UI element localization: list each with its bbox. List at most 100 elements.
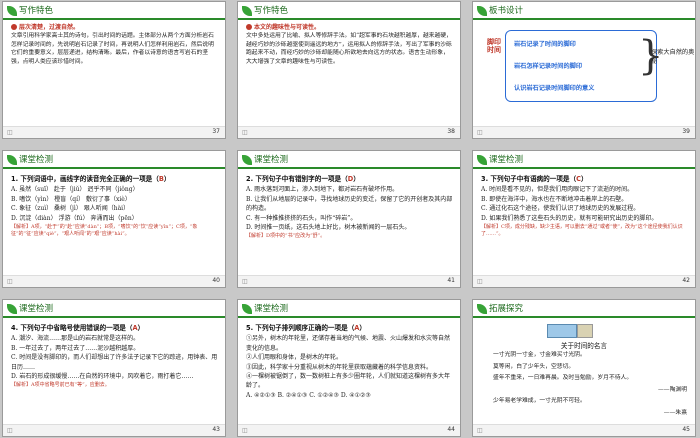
option: B. 让我们从地层的记录中，寻找地球历史的变迁，保留了它的开创者及其内部的构造。 xyxy=(246,195,453,213)
header-divider xyxy=(3,18,225,20)
slide-title: 板书设计 xyxy=(489,6,524,16)
slide-menu-icon[interactable]: ◫ xyxy=(242,278,248,285)
board-outline-box: 岩石记录了时间的脚印 岩石怎样记录时间的脚印 认识岩石记录时间脚印的意义 xyxy=(505,30,657,102)
question-end: ） xyxy=(353,175,360,183)
paragraph: 文章引用科学家高士其的诗句，引出时间的话题。主体部分从两个方面分析岩石怎样记录时… xyxy=(11,33,214,65)
leaf-icon xyxy=(477,155,487,165)
bullet-icon xyxy=(11,24,17,30)
decorative-image xyxy=(577,324,593,338)
question-text: 3. 下列句子中有语病的一项是（ xyxy=(481,175,577,183)
slide-menu-icon[interactable]: ◫ xyxy=(7,427,13,434)
leaf-icon xyxy=(7,155,17,165)
slide-title: 拓展探究 xyxy=(489,304,524,314)
slide-menu-icon[interactable]: ◫ xyxy=(477,427,483,434)
question: 4. 下列句子中省略号使用错误的一项是（A） xyxy=(11,324,219,332)
explanation: 【解析】A项，“赴于”的“赴”应读“dàn”；B项，“嗜饮”的“饮”应读“yīn… xyxy=(11,224,198,237)
slide-header: 板书设计 xyxy=(473,2,695,24)
slide-title: 课堂检测 xyxy=(19,304,54,314)
board-line-1: 岩石记录了时间的脚印 xyxy=(514,41,576,48)
option: B. 即使在海洋中，海水也在不断地冲击着岸上的石壁。 xyxy=(481,195,628,203)
quote-title: 关于时间的名言 xyxy=(560,342,608,350)
slide-43[interactable]: 课堂检测 4. 下列句子中省略号使用错误的一项是（A） A. 潮汐、海流……那是… xyxy=(2,299,226,437)
decorative-image xyxy=(547,324,577,338)
slide-title: 写作特色 xyxy=(19,6,54,16)
header-divider xyxy=(238,316,460,318)
quote-author: ——朱熹 xyxy=(663,409,687,416)
slide-menu-icon[interactable]: ◫ xyxy=(477,278,483,285)
slide-menu-icon[interactable]: ◫ xyxy=(242,129,248,136)
option: D. 时间推一页纸，这石头地上好比，树木被新闻的一层石头。 xyxy=(246,224,411,232)
option: D. 如果我们熟悉了这些石头的历史，就有可能研究出历史的脚印。 xyxy=(481,214,658,222)
slide-title: 课堂检测 xyxy=(254,155,289,165)
slide-menu-icon[interactable]: ◫ xyxy=(477,129,483,136)
slide-menu-icon[interactable]: ◫ xyxy=(7,278,13,285)
header-divider xyxy=(3,316,225,318)
leaf-icon xyxy=(242,155,252,165)
slide-body: 3. 下列句子中有语病的一项是（C） A. 时间是看不见的，但是我们用肉眼记下了… xyxy=(481,173,689,237)
slide-45[interactable]: 拓展探究 关于时间的名言 一寸光阴一寸金，寸金难买寸光阴。 莫等闲，白了少年头，… xyxy=(472,299,696,437)
slide-footer: ◫ 41 xyxy=(238,275,460,287)
slide-grid: 写作特色 层次清楚，过渡自然。 文章引用科学家高士其的诗句，引出时间的话题。主体… xyxy=(0,0,700,438)
option: C. 时间是没有脚印的，而人们却想出了许多法子记录下它的踪迹，用钟表、用日历…… xyxy=(11,354,218,371)
question-text: 4. 下列句子中省略号使用错误的一项是（ xyxy=(11,324,133,332)
option: D. 沉淀（diàn） 浮游（fú） 奔涌而出（pēn） xyxy=(11,214,138,222)
question-end: ） xyxy=(137,324,145,332)
option: ①另外，树木的年轮里，还储存着当地的气候、地震、火山爆发和水灾等自然变化的信息。 xyxy=(246,335,451,352)
slide-header: 写作特色 xyxy=(238,2,460,24)
quote-author: ——陶渊明 xyxy=(658,386,687,393)
leaf-icon xyxy=(242,6,252,16)
slide-body: 4. 下列句子中省略号使用错误的一项是（A） A. 潮汐、海流……那是山的岩石就… xyxy=(11,322,219,389)
slide-41[interactable]: 课堂检测 2. 下列句子中有错别字的一项是（D） A. 雨水落到河面上，渗入到地… xyxy=(237,150,461,288)
slide-menu-icon[interactable]: ◫ xyxy=(7,129,13,136)
slide-header: 课堂检测 xyxy=(473,151,695,173)
slide-title: 课堂检测 xyxy=(489,155,524,165)
slide-title: 课堂检测 xyxy=(254,304,289,314)
slide-header: 拓展探究 xyxy=(473,300,695,322)
question-end: ） xyxy=(359,324,366,332)
option: B. 一年过去了，两年过去了……泥沙越积越厚。 xyxy=(11,344,140,352)
page-number: 41 xyxy=(447,277,455,284)
slide-footer: ◫ 40 xyxy=(3,275,225,287)
explanation: 【解析】C项，成分残缺，缺少主语，可以删去“通过”或者“使”，改为“这个途径使我… xyxy=(481,224,683,237)
slide-footer: ◫ 39 xyxy=(473,126,695,138)
slide-body: 层次清楚，过渡自然。 文章引用科学家高士其的诗句，引出时间的话题。主体部分从两个… xyxy=(11,24,219,66)
option: B. 嗜饮（yìn） 橙盲（qí） 敷衍了事（xiè） xyxy=(11,195,131,203)
slide-menu-icon[interactable]: ◫ xyxy=(242,427,248,434)
option: C. 有一种推推挤挤的石头，叫作“碎岩”。 xyxy=(246,214,357,222)
leaf-icon xyxy=(477,304,487,314)
slide-footer: ◫ 37 xyxy=(3,126,225,138)
bullet-icon xyxy=(246,24,252,30)
paragraph: 文中多处运用了比喻、拟人等修辞手法。如“超军事的石块越积越厚，越来越硬，越经巧妙… xyxy=(246,33,452,65)
slide-38[interactable]: 写作特色 本文的趣味性与可读性。 文中多处运用了比喻、拟人等修辞手法。如“超军事… xyxy=(237,1,461,139)
subheading: 本文的趣味性与可读性。 xyxy=(246,24,454,32)
slide-body: 5. 下列句子排列顺序正确的一项是（A） ①另外，树木的年轮里，还储存着当地的气… xyxy=(246,322,454,400)
slide-header: 课堂检测 xyxy=(238,151,460,173)
slide-42[interactable]: 课堂检测 3. 下列句子中有语病的一项是（C） A. 时间是看不见的，但是我们用… xyxy=(472,150,696,288)
question-text: 1. 下列词语中，画线字的读音完全正确的一项是（ xyxy=(11,175,159,183)
page-number: 40 xyxy=(212,277,220,284)
slide-title: 写作特色 xyxy=(254,6,289,16)
quote-list: 一寸光阴一寸金，寸金难买寸光阴。 莫等闲，白了少年头，空悲切。 盛年不重来，一日… xyxy=(493,350,687,419)
slide-37[interactable]: 写作特色 层次清楚，过渡自然。 文章引用科学家高士其的诗句，引出时间的话题。主体… xyxy=(2,1,226,139)
question: 1. 下列词语中，画线字的读音完全正确的一项是（B） xyxy=(11,175,219,183)
slide-footer: ◫ 38 xyxy=(238,126,460,138)
leaf-icon xyxy=(477,6,487,16)
slide-title: 课堂检测 xyxy=(19,155,54,165)
page-number: 39 xyxy=(682,128,690,135)
explanation: 【解析】A项中省略号前已有“等”，应删去。 xyxy=(11,382,110,389)
quote-line: 莫等闲，白了少年头，空悲切。 xyxy=(493,363,575,370)
quote-line: 少年易老学难成，一寸光阴不可轻。 xyxy=(493,398,586,404)
subheading: 层次清楚，过渡自然。 xyxy=(11,24,219,32)
slide-40[interactable]: 课堂检测 1. 下列词语中，画线字的读音完全正确的一项是（B） A. 虽然（su… xyxy=(2,150,226,288)
option: ③因此，科学家十分重视从树木的年轮里获取蕴藏着的科学信息资料。 xyxy=(246,363,433,371)
option: C. 通过化石这个途径，使我们认识了地球历史的发展过程。 xyxy=(481,205,640,213)
question-text: 5. 下列句子排列顺序正确的一项是（ xyxy=(246,324,355,332)
question: 5. 下列句子排列顺序正确的一项是（A） xyxy=(246,324,454,332)
slide-footer: ◫ 44 xyxy=(238,424,460,436)
question: 3. 下列句子中有语病的一项是（C） xyxy=(481,175,689,183)
slide-44[interactable]: 课堂检测 5. 下列句子排列顺序正确的一项是（A） ①另外，树木的年轮里，还储存… xyxy=(237,299,461,437)
header-divider xyxy=(238,167,460,169)
slide-39[interactable]: 板书设计 脚印时间 岩石记录了时间的脚印 岩石怎样记录时间的脚印 认识岩石记录时… xyxy=(472,1,696,139)
header-divider xyxy=(473,18,695,20)
slide-header: 课堂检测 xyxy=(238,300,460,322)
